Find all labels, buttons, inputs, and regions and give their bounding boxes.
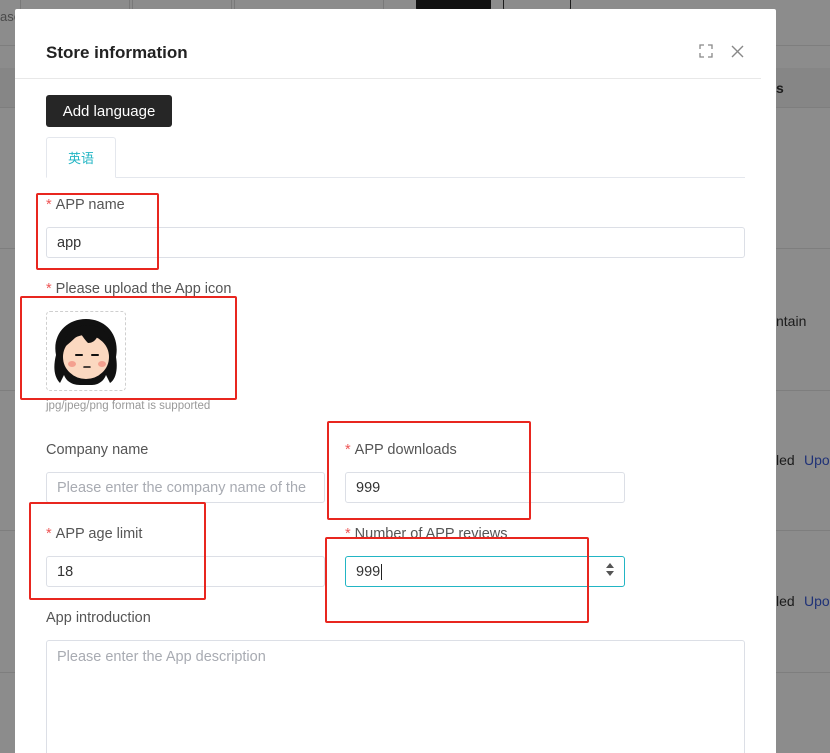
annotation-box-downloads — [327, 421, 531, 520]
dialog-header: Store information — [15, 9, 761, 79]
app-icon-label-text: Please upload the App icon — [55, 281, 232, 297]
dialog-title: Store information — [46, 43, 188, 62]
required-marker: * — [46, 281, 52, 297]
tab-english[interactable]: 英语 — [46, 137, 116, 178]
company-name-label: Company name — [46, 442, 149, 458]
close-icon[interactable] — [729, 43, 745, 59]
annotation-box-app-icon — [20, 296, 237, 400]
stepper-down-icon[interactable] — [606, 571, 614, 576]
add-language-button[interactable]: Add language — [46, 95, 172, 127]
annotation-box-age-limit — [29, 502, 206, 600]
fullscreen-icon[interactable] — [698, 43, 714, 59]
app-introduction-label: App introduction — [46, 610, 151, 626]
stepper-up-icon[interactable] — [606, 563, 614, 568]
app-introduction-textarea[interactable]: Please enter the App description — [46, 640, 745, 753]
app-icon-label: * Please upload the App icon — [46, 281, 231, 297]
upload-format-hint: jpg/jpeg/png format is supported — [46, 400, 211, 412]
annotation-box-reviews — [325, 537, 589, 623]
language-tabs: 英语 — [46, 137, 745, 178]
annotation-box-app-name — [36, 193, 159, 270]
company-name-input[interactable]: Please enter the company name of the — [46, 472, 325, 503]
number-stepper[interactable] — [606, 563, 614, 576]
